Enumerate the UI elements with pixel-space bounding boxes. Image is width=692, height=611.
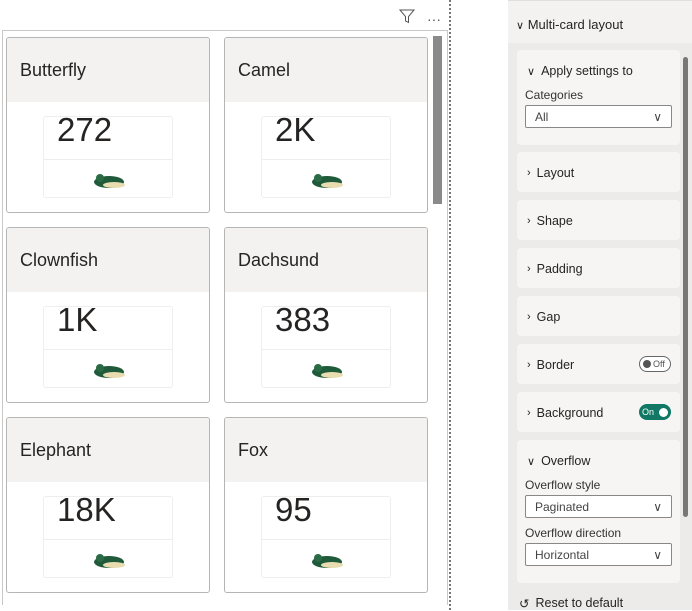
chevron-down-icon: ∨	[653, 500, 662, 514]
crocodile-image	[94, 554, 125, 568]
more-options-icon[interactable]: ···	[427, 11, 441, 27]
section-title: Border	[536, 358, 575, 372]
card-title: Fox	[225, 418, 427, 482]
crocodile-image	[94, 174, 125, 188]
crocodile-image	[312, 554, 343, 568]
card[interactable]: Butterfly 272	[6, 37, 210, 213]
card-content: 1K	[43, 301, 173, 388]
categories-label: Categories	[525, 88, 584, 102]
toggle-label: On	[642, 407, 655, 417]
apply-settings-header[interactable]: ∨ Apply settings to	[517, 50, 680, 92]
card-title: Elephant	[7, 418, 209, 482]
card-title: Camel	[225, 38, 427, 102]
overflow-header[interactable]: ∨ Overflow	[517, 440, 680, 482]
filter-icon[interactable]	[398, 8, 416, 29]
card-content: 383	[261, 301, 391, 388]
reset-icon: ↺	[519, 597, 530, 611]
crocodile-image	[312, 174, 343, 188]
background-section[interactable]: › Background On	[517, 392, 680, 432]
crocodile-image	[94, 364, 125, 378]
chevron-right-icon: ›	[527, 359, 531, 371]
card-title: Clownfish	[7, 228, 209, 292]
overflow-direction-label: Overflow direction	[525, 526, 622, 540]
layout-section[interactable]: › Layout	[517, 152, 680, 192]
card-title: Butterfly	[7, 38, 209, 102]
chevron-right-icon: ›	[527, 167, 531, 179]
multi-card-layout-header[interactable]: ∨ Multi-card layout	[508, 0, 692, 43]
border-toggle[interactable]: Off	[639, 356, 671, 372]
card-content: 272	[43, 111, 173, 198]
chevron-right-icon: ›	[527, 215, 531, 227]
card-value: 2K	[275, 111, 316, 148]
card-value: 95	[275, 491, 312, 528]
scrollbar[interactable]	[433, 36, 442, 204]
section-title: Multi-card layout	[527, 17, 624, 32]
card-value: 272	[57, 111, 113, 148]
card[interactable]: Dachsund 383	[224, 227, 428, 403]
overflow-style-dropdown[interactable]: Paginated ∨	[525, 495, 672, 518]
overflow-section: ∨ Overflow Overflow style Paginated ∨ Over…	[517, 440, 680, 583]
chevron-right-icon: ›	[527, 311, 531, 323]
padding-section[interactable]: › Padding	[517, 248, 680, 288]
section-title: Apply settings to	[541, 64, 633, 78]
card[interactable]: Elephant 18K	[6, 417, 210, 593]
section-title: Layout	[536, 166, 575, 180]
dropdown-value: Paginated	[535, 500, 590, 514]
card[interactable]: Fox 95	[224, 417, 428, 593]
card[interactable]: Camel 2K	[224, 37, 428, 213]
visual-header: ···	[398, 8, 441, 29]
chevron-down-icon: ∨	[653, 548, 662, 562]
shape-section[interactable]: › Shape	[517, 200, 680, 240]
chevron-right-icon: ›	[527, 407, 531, 419]
reset-label: Reset to default	[535, 596, 624, 610]
section-title: Background	[536, 406, 604, 420]
gap-section[interactable]: › Gap	[517, 296, 680, 336]
crocodile-image	[312, 364, 343, 378]
chevron-down-icon: ∨	[527, 455, 536, 468]
chevron-down-icon: ∨	[527, 65, 536, 78]
overflow-style-label: Overflow style	[525, 478, 601, 492]
border-section[interactable]: › Border Off	[517, 344, 680, 384]
reset-to-default-button[interactable]: ↺ Reset to default	[519, 596, 623, 611]
overflow-direction-dropdown[interactable]: Horizontal ∨	[525, 543, 672, 566]
chevron-down-icon: ∨	[516, 20, 525, 32]
background-toggle[interactable]: On	[639, 404, 671, 420]
dropdown-value: Horizontal	[535, 548, 590, 562]
dropdown-value: All	[535, 110, 549, 124]
section-title: Padding	[536, 262, 583, 276]
card-content: 2K	[261, 111, 391, 198]
card-content: 95	[261, 491, 391, 578]
card-value: 383	[275, 301, 331, 338]
format-pane: ∨ Multi-card layout ∨ Apply settings to C…	[508, 0, 692, 610]
card-value: 18K	[57, 491, 116, 528]
categories-dropdown[interactable]: All ∨	[525, 105, 672, 128]
section-title: Gap	[536, 310, 561, 324]
report-canvas: ··· Butterfly 272 Camel 2K Clownfish 1K …	[0, 0, 451, 610]
card[interactable]: Clownfish 1K	[6, 227, 210, 403]
card-value: 1K	[57, 301, 98, 338]
apply-settings-section: ∨ Apply settings to Categories All ∨	[517, 50, 680, 145]
toggle-label: Off	[653, 359, 665, 369]
chevron-right-icon: ›	[527, 263, 531, 275]
chevron-down-icon: ∨	[653, 110, 662, 124]
card-content: 18K	[43, 491, 173, 578]
section-title: Overflow	[541, 454, 591, 468]
pane-scrollbar[interactable]	[683, 57, 688, 517]
section-title: Shape	[536, 214, 573, 228]
card-title: Dachsund	[225, 228, 427, 292]
